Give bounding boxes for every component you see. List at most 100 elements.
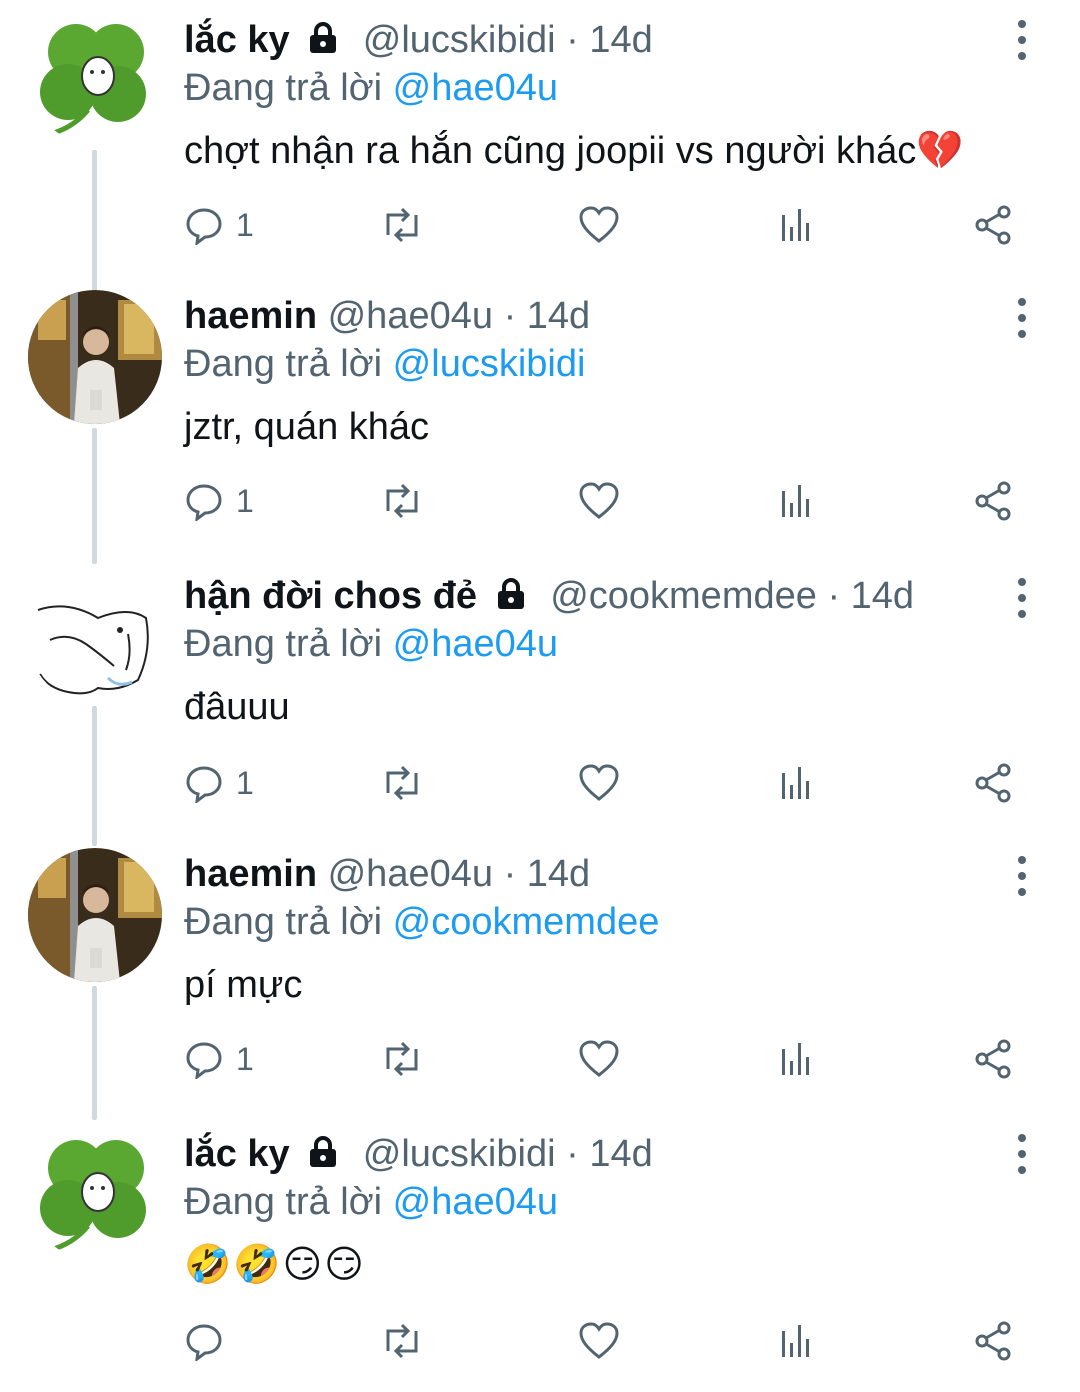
replying-to-mention[interactable]: @cookmemdee: [393, 901, 660, 943]
share-icon: [975, 1321, 1011, 1361]
more-icon[interactable]: [1012, 1134, 1032, 1174]
timestamp[interactable]: 14d: [851, 575, 914, 617]
tweet-header: hận đời chos đẻ @cookmemdee · 14d: [184, 574, 914, 618]
handle[interactable]: @lucskibidi: [363, 1133, 556, 1175]
replying-to: Đang trả lời @lucskibidi: [184, 342, 585, 386]
tweet-text: đâuuu: [184, 686, 290, 728]
retweet-button[interactable]: [380, 1316, 424, 1366]
tweet-text: 🤣🤣😏😏: [184, 1244, 366, 1286]
share-button[interactable]: [972, 1034, 1014, 1084]
replying-to-mention[interactable]: @hae04u: [393, 623, 558, 665]
retweet-button[interactable]: [380, 200, 424, 250]
avatar[interactable]: [28, 1126, 162, 1260]
share-button[interactable]: [972, 200, 1014, 250]
timestamp[interactable]: 14d: [527, 853, 590, 895]
replying-to-mention[interactable]: @hae04u: [393, 1181, 558, 1223]
tweet-header: lắc ky @lucskibidi · 14d: [184, 1132, 653, 1176]
photo-avatar-icon: [28, 848, 162, 982]
reply-button[interactable]: [184, 1316, 236, 1366]
like-button[interactable]: [578, 476, 620, 526]
views-icon: [782, 485, 809, 517]
lock-icon: [310, 1136, 337, 1167]
tweet[interactable]: haemin @hae04u · 14d Đang trả lời @cookm…: [0, 834, 1080, 1112]
like-button[interactable]: [578, 1316, 620, 1366]
reply-count: 1: [236, 206, 254, 243]
tweet[interactable]: hận đời chos đẻ @cookmemdee · 14d Đang t…: [0, 556, 1080, 834]
tweet[interactable]: lắc ky @lucskibidi · 14d Đang trả lời @h…: [0, 0, 1080, 278]
replying-to-mention[interactable]: @hae04u: [393, 67, 558, 109]
display-name[interactable]: lắc ky: [184, 1133, 290, 1175]
sketch-avatar-icon: [28, 570, 162, 704]
views-icon: [782, 1043, 809, 1075]
more-icon[interactable]: [1012, 578, 1032, 618]
like-button[interactable]: [578, 1034, 620, 1084]
share-button[interactable]: [972, 1316, 1014, 1366]
replying-prefix: Đang trả lời: [184, 623, 383, 665]
more-icon[interactable]: [1012, 20, 1032, 60]
reply-thread: lắc ky @lucskibidi · 14d Đang trả lời @h…: [0, 0, 1080, 1377]
handle[interactable]: @cookmemdee: [550, 575, 817, 617]
share-button[interactable]: [972, 758, 1014, 808]
avatar[interactable]: [28, 570, 162, 704]
display-name[interactable]: haemin: [184, 295, 317, 337]
action-bar: 1: [184, 758, 1034, 808]
reply-button[interactable]: 1: [184, 1034, 254, 1084]
separator-dot: ·: [566, 19, 590, 61]
reply-icon: [186, 208, 222, 245]
tweet-text: jztr, quán khác: [184, 406, 430, 448]
retweet-icon: [386, 765, 418, 801]
like-button[interactable]: [578, 200, 620, 250]
handle[interactable]: @lucskibidi: [363, 19, 556, 61]
action-bar: 1: [184, 476, 1034, 526]
reply-count: 1: [236, 1040, 254, 1077]
views-icon: [782, 1325, 809, 1357]
heart-icon: [579, 1040, 619, 1077]
avatar[interactable]: [28, 848, 162, 982]
like-button[interactable]: [578, 758, 620, 808]
replying-to: Đang trả lời @hae04u: [184, 622, 558, 666]
views-button[interactable]: [776, 476, 816, 526]
separator-dot: ·: [827, 575, 851, 617]
tweet-header: haemin @hae04u · 14d: [184, 852, 590, 896]
timestamp[interactable]: 14d: [589, 19, 652, 61]
timestamp[interactable]: 14d: [527, 295, 590, 337]
separator-dot: ·: [503, 295, 527, 337]
share-icon: [975, 481, 1011, 521]
replying-prefix: Đang trả lời: [184, 67, 383, 109]
heart-icon: [579, 482, 619, 519]
heart-icon: [579, 764, 619, 801]
reply-button[interactable]: 1: [184, 758, 254, 808]
share-button[interactable]: [972, 476, 1014, 526]
retweet-button[interactable]: [380, 758, 424, 808]
retweet-button[interactable]: [380, 476, 424, 526]
timestamp[interactable]: 14d: [589, 1133, 652, 1175]
retweet-icon: [386, 483, 418, 519]
views-button[interactable]: [776, 1316, 816, 1366]
retweet-button[interactable]: [380, 1034, 424, 1084]
reply-count: 1: [236, 764, 254, 801]
reply-button[interactable]: 1: [184, 476, 254, 526]
retweet-icon: [386, 1041, 418, 1077]
avatar[interactable]: [28, 290, 162, 424]
handle[interactable]: @hae04u: [328, 853, 493, 895]
tweet[interactable]: haemin @hae04u · 14d Đang trả lời @lucsk…: [0, 276, 1080, 554]
display-name[interactable]: haemin: [184, 853, 317, 895]
views-icon: [782, 767, 809, 799]
more-icon[interactable]: [1012, 856, 1032, 896]
replying-prefix: Đang trả lời: [184, 343, 383, 385]
heart-icon: [579, 1322, 619, 1359]
views-button[interactable]: [776, 758, 816, 808]
views-button[interactable]: [776, 200, 816, 250]
display-name[interactable]: hận đời chos đẻ: [184, 575, 477, 617]
display-name[interactable]: lắc ky: [184, 19, 290, 61]
reply-button[interactable]: 1: [184, 200, 254, 250]
handle[interactable]: @hae04u: [328, 295, 493, 337]
avatar[interactable]: [28, 10, 162, 144]
reply-icon: [186, 484, 222, 521]
replying-to: Đang trả lời @cookmemdee: [184, 900, 659, 944]
lock-icon: [497, 578, 524, 609]
replying-to-mention[interactable]: @lucskibidi: [393, 343, 586, 385]
more-icon[interactable]: [1012, 298, 1032, 338]
tweet[interactable]: lắc ky @lucskibidi · 14d Đang trả lời @h…: [0, 1114, 1080, 1392]
views-button[interactable]: [776, 1034, 816, 1084]
